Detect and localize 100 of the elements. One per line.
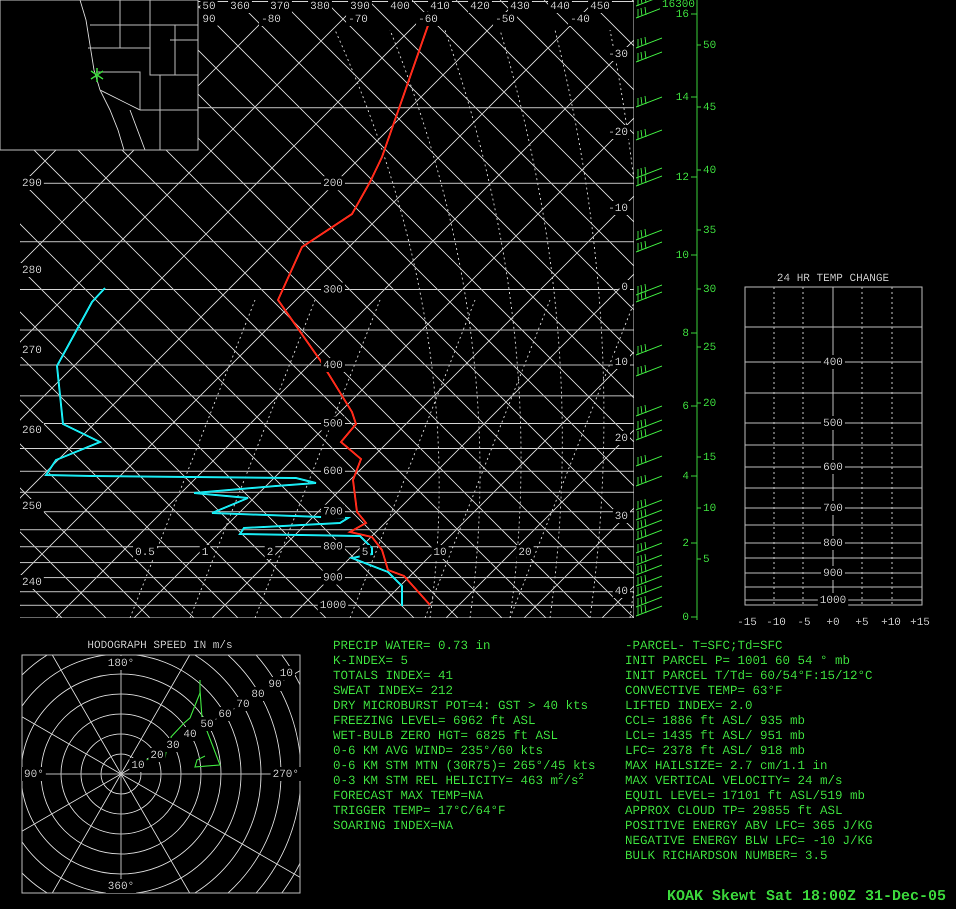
speed-label: 10 [280, 668, 293, 680]
kft-axis-label: 25 [703, 342, 716, 354]
stat-line: INIT PARCEL T/Td= 60/54°F:15/12°C [625, 669, 874, 684]
stat-line: TOTALS INDEX= 41 [333, 669, 454, 684]
kft-axis-label: 50 [703, 40, 716, 52]
kft-axis-label: 20 [703, 398, 716, 410]
speed-label: 20 [150, 750, 164, 762]
isotherm-label: 90 [202, 14, 216, 26]
stat-line: K-INDEX= 5 [333, 654, 410, 669]
speed-label: 90 [268, 678, 282, 691]
km-axis-label: 0 [682, 612, 689, 624]
isotherm-label: -50 [495, 14, 515, 26]
pressure-label: 400 [823, 356, 843, 369]
stat-line: DRY MICROBURST POT=4: GST > 40 kts [333, 699, 590, 714]
axis-label: -5 [797, 616, 811, 629]
kft-axis-label: 30 [703, 284, 716, 296]
isotherm-label: 40 [614, 586, 628, 598]
adiabat-label: 270 [22, 344, 42, 357]
km-axis-label: 8 [682, 328, 689, 340]
mixing-ratio-label: 2 [266, 546, 274, 559]
axis-label: +15 [910, 616, 930, 629]
isotherm-label: -70 [348, 14, 368, 26]
stat-line: NEGATIVE ENERGY BLW LFC= -10 J/KG [625, 834, 874, 849]
isotherm-label: -10 [608, 202, 628, 215]
stat-line: LFC= 2378 ft ASL/ 918 mb [625, 744, 806, 759]
adiabat-label: 430 [510, 0, 530, 13]
stat-line: TRIGGER TEMP= 17°C/64°F [333, 804, 507, 819]
stat-line: INIT PARCEL P= 1001 60 54 ° mb [625, 654, 852, 669]
axis-label: +0 [826, 616, 840, 629]
adiabat-label: 400 [390, 0, 410, 13]
stat-line: PRECIP WATER= 0.73 in [333, 639, 492, 654]
stat-line: LCL= 1435 ft ASL/ 951 mb [625, 729, 806, 744]
speed-label: 10 [131, 760, 145, 772]
adiabat-label: 390 [350, 0, 370, 13]
kft-axis-label: 40 [703, 164, 716, 177]
direction-label: 360° [108, 880, 134, 893]
speed-label: 50 [200, 718, 214, 731]
stat-line: MAX HAILSIZE= 2.7 cm/1.1 in [625, 759, 829, 774]
kft-axis-label: 35 [703, 224, 716, 237]
pressure-label: 200 [323, 178, 343, 190]
km-axis-label: 12 [676, 172, 689, 184]
km-axis-label: 2 [682, 538, 689, 550]
speed-label: 70 [236, 698, 250, 711]
isotherm-label: -40 [570, 14, 590, 26]
station-marker-icon [90, 68, 104, 82]
pressure-label: 900 [823, 568, 843, 580]
axis-label: -15 [737, 616, 757, 629]
isotherm-label: 10 [614, 356, 628, 369]
direction-label: 90° [24, 768, 44, 781]
stat-line: EQUIL LEVEL= 17101 ft ASL/519 mb [625, 789, 866, 804]
pressure-label: 600 [323, 466, 343, 478]
mixing-ratio-label: 0.5 [135, 546, 155, 559]
speed-label: 40 [183, 728, 197, 741]
station-caption: KOAK Skewt Sat 18:00Z 31-Dec-05 [666, 888, 947, 905]
adiabat-label: 370 [270, 0, 290, 13]
adiabat-label: 50 [202, 0, 216, 13]
axis-label: +5 [855, 616, 869, 629]
adiabat-label: 240 [22, 576, 42, 589]
kft-axis-label: 5 [703, 554, 710, 566]
adiabat-label: 450 [590, 0, 610, 13]
stat-line: SWEAT INDEX= 212 [333, 684, 454, 699]
isotherm-label: -60 [418, 14, 438, 26]
stat-line: 0-3 KM STM REL HELICITY= 463 m$^{2}$/s$^{2}$ [333, 774, 585, 789]
km-axis-label: 6 [682, 400, 689, 413]
axis-label: +10 [881, 616, 901, 629]
stat-line: 0-6 KM AVG WIND= 235°/60 kts [333, 744, 544, 759]
isotherm-label: 0 [621, 282, 628, 294]
stat-line: WET-BULB ZERO HGT= 6825 ft ASL [333, 729, 560, 744]
pressure-label: 600 [823, 462, 843, 474]
speed-label: 60 [218, 708, 232, 721]
stat-line: CCL= 1886 ft ASL/ 935 mb [625, 714, 806, 729]
kft-axis-label: 15 [703, 452, 716, 464]
km-axis-label: 4 [682, 470, 689, 483]
adiabat-label: 380 [310, 0, 330, 13]
mixing-ratio-label: 1 [202, 546, 208, 559]
isotherm-label: 20 [614, 432, 628, 445]
adiabat-label: 260 [22, 424, 42, 437]
pressure-label: 800 [323, 542, 343, 554]
km-axis-label: 14 [676, 92, 689, 104]
km-axis-label: 10 [676, 250, 689, 262]
stat-line: FORECAST MAX TEMP=NA [333, 789, 484, 804]
speed-label: 30 [166, 740, 180, 752]
stat-line: SOARING INDEX=NA [333, 819, 454, 834]
adiabat-label: 420 [470, 0, 490, 13]
isotherm-label: 30 [614, 510, 628, 523]
pressure-label: 900 [323, 572, 343, 584]
pressure-label: 1000 [820, 594, 846, 607]
mixing-ratio-label: 20 [518, 546, 532, 559]
isotherm-label: -80 [261, 14, 281, 26]
hodograph-title: HODOGRAPH SPEED IN m/s [87, 640, 233, 652]
km-axis-label: 16 [676, 8, 689, 21]
pressure-label: 500 [323, 418, 343, 430]
chart-title: 24 HR TEMP CHANGE [776, 272, 890, 285]
stat-line: 0-6 KM STM MTN (30R75)= 265°/45 kts [333, 759, 597, 773]
pressure-label: 700 [323, 506, 343, 519]
mixing-ratio-label: 10 [433, 546, 447, 559]
direction-label: 180° [108, 658, 134, 670]
height-label: 16300 [662, 0, 696, 11]
stat-line: MAX VERTICAL VELOCITY= 24 m/s [625, 774, 844, 789]
axis-label: -10 [766, 616, 786, 629]
